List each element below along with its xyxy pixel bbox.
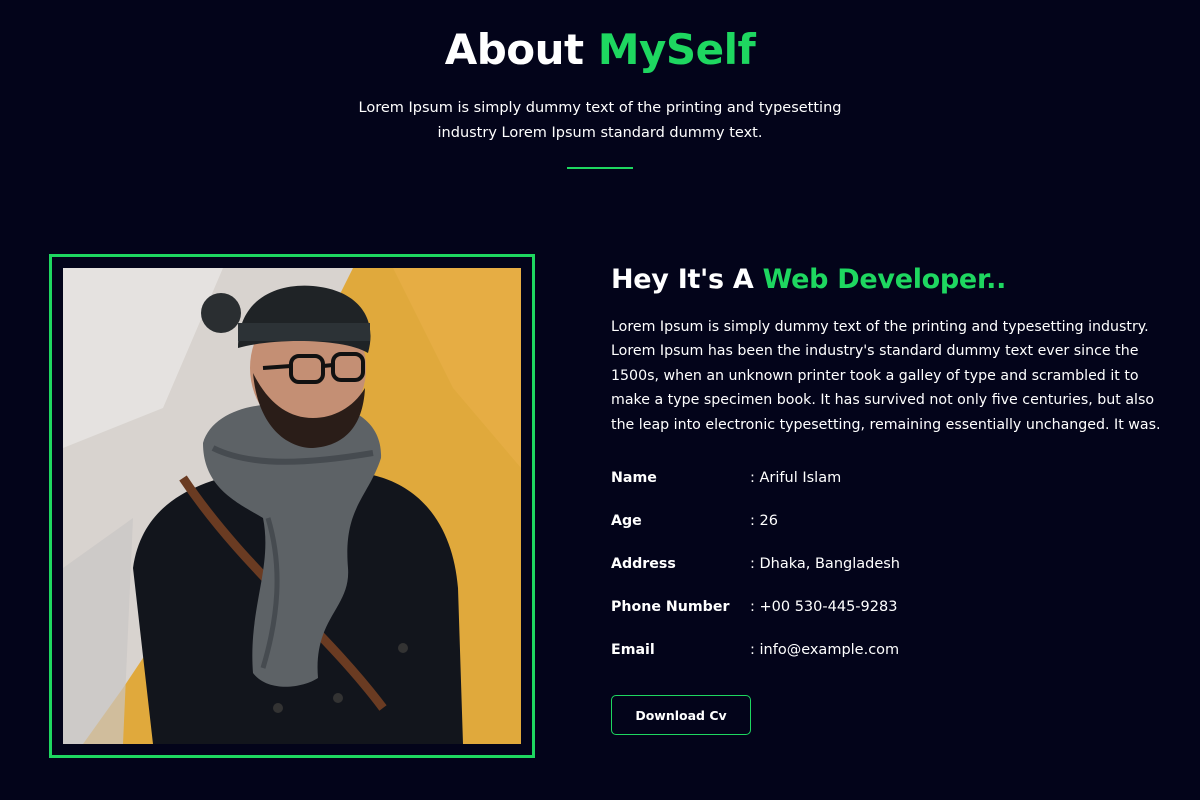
section-subtitle-line: Lorem Ipsum is simply dummy text of the … [358,100,842,116]
download-cv-button[interactable]: Download Cv [611,695,751,735]
intro-paragraph: Lorem Ipsum is simply dummy text of the … [611,315,1161,437]
info-label: Phone Number [611,599,730,615]
profile-photo [63,268,521,744]
section-title-main: About [444,25,584,74]
info-row-name: Name : Ariful Islam [611,465,1171,508]
intro-paragraph-line: 1500s, when an unknown printer took a ga… [611,367,1139,384]
personal-info-list: Name : Ariful Islam Age : 26 Address : D… [611,465,1171,680]
section-subtitle: Lorem Ipsum is simply dummy text of the … [340,96,860,146]
info-label: Email [611,642,655,658]
intro-paragraph-line: the leap into electronic typesetting, re… [611,416,1161,433]
info-value: : +00 530-445-9283 [750,599,898,615]
profile-photo-frame [49,254,535,758]
intro-paragraph-line: make a type specimen book. It has surviv… [611,392,1155,409]
info-row-email: Email : info@example.com [611,637,1171,680]
info-label: Age [611,513,642,529]
section-subtitle-line: industry Lorem Ipsum standard dummy text… [437,125,763,141]
section-title-accent: MySelf [597,25,756,74]
info-value: : Ariful Islam [750,470,842,486]
info-label: Address [611,556,676,572]
info-value: : 26 [750,513,778,529]
intro-paragraph-line: Lorem Ipsum is simply dummy text of the … [611,319,1149,335]
info-label: Name [611,470,657,486]
info-row-phone: Phone Number : +00 530-445-9283 [611,594,1171,637]
title-divider [567,167,633,169]
section-title: About MySelf [0,22,1200,78]
intro-paragraph-line: Lorem Ipsum has been the industry's stan… [611,343,1139,360]
intro-heading-accent: Web Developer.. [762,264,1007,295]
profile-photo-image [63,268,521,744]
info-value: : Dhaka, Bangladesh [750,556,900,572]
info-row-age: Age : 26 [611,508,1171,551]
info-value: : info@example.com [750,642,900,658]
intro-heading: Hey It's A Web Developer.. [611,258,1006,302]
intro-heading-main: Hey It's A [611,264,754,295]
info-row-address: Address : Dhaka, Bangladesh [611,551,1171,594]
